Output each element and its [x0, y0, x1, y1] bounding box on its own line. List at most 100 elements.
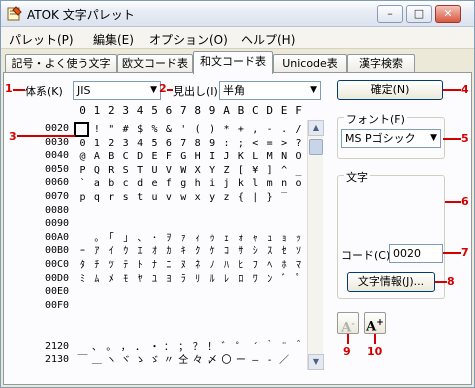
char-cell[interactable]: [148, 300, 161, 313]
char-cell[interactable]: [162, 286, 175, 299]
char-cell[interactable]: B: [105, 150, 118, 163]
char-cell[interactable]: [278, 313, 291, 326]
char-cell[interactable]: b: [105, 177, 118, 190]
tab-symbols[interactable]: 記号・よく使う文字: [5, 54, 117, 73]
tab-kanji-search[interactable]: 漢字検索: [347, 54, 415, 73]
char-cell[interactable]: [263, 205, 276, 218]
char-cell[interactable]: i: [206, 177, 219, 190]
char-cell[interactable]: C: [119, 150, 132, 163]
char-cell[interactable]: [90, 300, 103, 313]
char-cell[interactable]: ﾗ: [177, 273, 190, 286]
char-cell[interactable]: [263, 218, 276, 231]
char-cell[interactable]: m: [263, 177, 276, 190]
char-cell[interactable]: [119, 218, 132, 231]
char-cell[interactable]: k: [234, 177, 247, 190]
char-cell[interactable]: ﾇ: [177, 259, 190, 272]
char-cell[interactable]: ;: [234, 137, 247, 150]
char-cell[interactable]: ｧ: [177, 232, 190, 245]
char-cell[interactable]: ﾀ: [76, 259, 89, 272]
char-cell[interactable]: a: [90, 177, 103, 190]
char-cell[interactable]: u: [148, 191, 161, 204]
close-button[interactable]: ✕: [435, 5, 461, 23]
char-cell[interactable]: @: [76, 150, 89, 163]
char-cell[interactable]: [119, 205, 132, 218]
char-cell[interactable]: ｮ: [278, 232, 291, 245]
char-cell[interactable]: [119, 327, 132, 340]
char-cell[interactable]: ＿: [90, 354, 103, 367]
char-cell[interactable]: ｵ: [148, 245, 161, 258]
char-cell[interactable]: [220, 205, 233, 218]
font-larger-icon[interactable]: A+: [364, 312, 386, 334]
heading-combo[interactable]: 半角 ▼: [219, 81, 321, 100]
char-cell[interactable]: [162, 205, 175, 218]
char-cell[interactable]: [263, 286, 276, 299]
char-cell[interactable]: t: [134, 191, 147, 204]
char-cell[interactable]: 〇: [220, 354, 233, 367]
char-cell[interactable]: e: [148, 177, 161, 190]
char-cell[interactable]: ﾛ: [234, 273, 247, 286]
char-cell[interactable]: ｼ: [249, 245, 262, 258]
char-cell[interactable]: ｿ: [292, 245, 305, 258]
char-cell[interactable]: [191, 327, 204, 340]
char-cell[interactable]: [249, 313, 262, 326]
char-cell[interactable]: 2: [105, 137, 118, 150]
minimize-button[interactable]: –: [377, 5, 403, 23]
char-cell[interactable]: }: [263, 191, 276, 204]
char-cell[interactable]: [90, 205, 103, 218]
char-cell[interactable]: ]: [263, 164, 276, 177]
char-cell[interactable]: [278, 205, 291, 218]
char-cell[interactable]: [292, 300, 305, 313]
char-cell[interactable]: ｩ: [206, 232, 219, 245]
char-cell[interactable]: [105, 286, 118, 299]
char-cell[interactable]: 5: [148, 137, 161, 150]
char-cell[interactable]: ﾚ: [220, 273, 233, 286]
char-cell[interactable]: [191, 218, 204, 231]
char-cell[interactable]: r: [105, 191, 118, 204]
char-cell[interactable]: n: [278, 177, 291, 190]
char-cell[interactable]: ‾: [278, 191, 291, 204]
char-cell[interactable]: #: [119, 123, 132, 136]
char-cell[interactable]: ・: [148, 341, 161, 354]
char-cell[interactable]: ｀: [263, 341, 276, 354]
char-cell[interactable]: d: [134, 177, 147, 190]
char-cell[interactable]: %: [148, 123, 161, 136]
char-cell[interactable]: F: [162, 150, 175, 163]
char-cell[interactable]: S: [119, 164, 132, 177]
char-cell[interactable]: [90, 313, 103, 326]
char-cell[interactable]: [76, 327, 89, 340]
char-cell[interactable]: [162, 218, 175, 231]
char-cell[interactable]: ﾉ: [206, 259, 219, 272]
char-cell[interactable]: ´: [249, 341, 262, 354]
char-cell[interactable]: ｭ: [263, 232, 276, 245]
char-cell[interactable]: =: [263, 137, 276, 150]
char-cell[interactable]: 6: [162, 137, 175, 150]
char-cell[interactable]: 8: [191, 137, 204, 150]
char-cell[interactable]: ヽ: [105, 354, 118, 367]
char-cell[interactable]: ―: [249, 354, 262, 367]
char-cell[interactable]: ｺ: [220, 245, 233, 258]
char-cell[interactable]: ヾ: [119, 354, 132, 367]
char-cell[interactable]: -: [263, 123, 276, 136]
char-cell[interactable]: ､: [134, 232, 147, 245]
char-cell[interactable]: [249, 327, 262, 340]
char-cell[interactable]: ﾜ: [249, 273, 262, 286]
char-cell[interactable]: s: [119, 191, 132, 204]
char-cell[interactable]: [148, 218, 161, 231]
char-cell[interactable]: ｫ: [234, 232, 247, 245]
char-cell[interactable]: .: [278, 123, 291, 136]
char-cell[interactable]: L: [249, 150, 262, 163]
char-cell[interactable]: [105, 313, 118, 326]
menu-edit[interactable]: 編集(E): [93, 31, 134, 48]
char-cell[interactable]: [162, 327, 175, 340]
char-cell[interactable]: [148, 286, 161, 299]
char-info-button[interactable]: 文字情報(J)...: [347, 272, 435, 292]
char-cell[interactable]: M: [263, 150, 276, 163]
char-cell[interactable]: [249, 205, 262, 218]
char-cell[interactable]: [206, 286, 219, 299]
char-cell[interactable]: G: [177, 150, 190, 163]
char-cell[interactable]: ,: [249, 123, 262, 136]
char-cell[interactable]: ^: [278, 164, 291, 177]
char-cell[interactable]: [234, 205, 247, 218]
char-cell[interactable]: [148, 205, 161, 218]
char-cell[interactable]: ﾔ: [134, 273, 147, 286]
